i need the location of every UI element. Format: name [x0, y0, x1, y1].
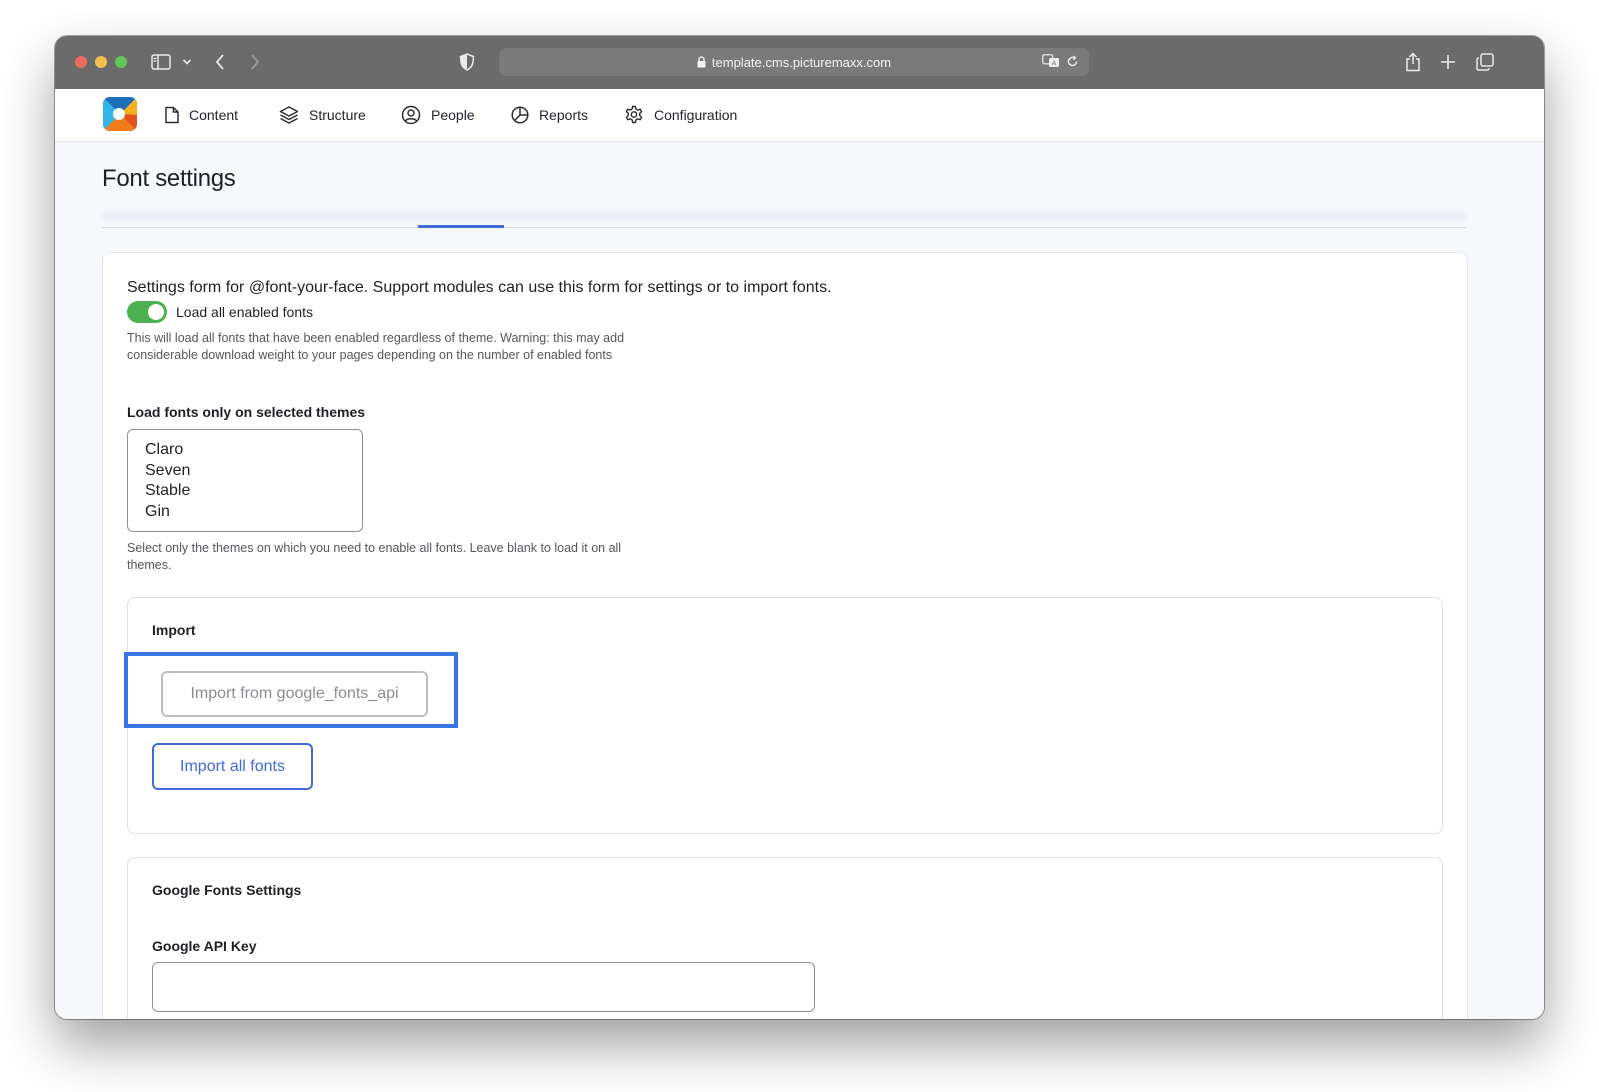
import-google-fonts-button[interactable]: Import from google_fonts_api: [161, 671, 428, 717]
import-fieldset: Import Import from google_fonts_api Impo…: [124, 597, 1443, 834]
reload-icon[interactable]: [1066, 55, 1079, 71]
nav-item-label: Configuration: [654, 107, 738, 123]
nav-item-people[interactable]: People: [401, 102, 475, 128]
forward-icon[interactable]: [247, 50, 263, 74]
load-all-fonts-row: Load all enabled fonts: [127, 301, 313, 323]
nav-item-label: Structure: [309, 107, 366, 123]
google-api-key-label: Google API Key: [152, 938, 257, 954]
zoom-window-button[interactable]: [115, 56, 127, 68]
tab-active-indicator[interactable]: [418, 225, 504, 228]
file-icon: [165, 106, 179, 124]
google-fonts-fieldset: Google Fonts Settings Google API Key: [127, 857, 1443, 1019]
admin-toolbar: Content Structure People Reports Configu: [55, 89, 1544, 142]
browser-toolbar: template.cms.picturemaxx.com A: [55, 36, 1544, 90]
close-window-button[interactable]: [75, 56, 87, 68]
site-logo[interactable]: [103, 97, 137, 131]
import-all-fonts-button[interactable]: Import all fonts: [152, 743, 313, 790]
tabs-bar: [102, 208, 1466, 220]
back-icon[interactable]: [212, 50, 228, 74]
themes-help: Select only the themes on which you need…: [127, 541, 622, 572]
themes-label: Load fonts only on selected themes: [127, 404, 366, 420]
nav-item-label: People: [431, 107, 475, 123]
import-title: Import: [152, 622, 196, 638]
main-content: Font settings Settings form for @font-yo…: [55, 142, 1544, 1019]
chevron-down-icon[interactable]: [181, 50, 193, 74]
lock-icon: [697, 56, 706, 68]
new-tab-icon[interactable]: [1439, 50, 1457, 74]
google-api-key-input[interactable]: [152, 962, 815, 1012]
page-title: Font settings: [102, 165, 236, 192]
toggle-knob: [148, 304, 164, 320]
tabs-divider: [102, 227, 1466, 228]
nav-item-label: Reports: [539, 107, 589, 123]
minimize-window-button[interactable]: [95, 56, 107, 68]
theme-option[interactable]: Gin: [128, 502, 362, 523]
load-all-fonts-toggle[interactable]: [127, 301, 167, 323]
browser-window: template.cms.picturemaxx.com A Content S…: [55, 36, 1544, 1019]
url-text: template.cms.picturemaxx.com: [711, 54, 892, 70]
nav-item-configuration[interactable]: Configuration: [624, 102, 737, 128]
share-icon[interactable]: [1404, 50, 1422, 74]
user-circle-icon: [401, 105, 421, 125]
load-all-fonts-label: Load all enabled fonts: [176, 304, 313, 320]
settings-form-card: Settings form for @font-your-face. Suppo…: [102, 252, 1468, 1019]
theme-option[interactable]: Claro: [128, 440, 362, 461]
theme-option[interactable]: Stable: [128, 481, 362, 502]
pie-chart-icon: [511, 106, 529, 124]
translate-icon[interactable]: A: [1042, 54, 1060, 71]
nav-item-content[interactable]: Content: [165, 102, 238, 128]
privacy-shield-icon[interactable]: [458, 50, 476, 74]
address-bar[interactable]: template.cms.picturemaxx.com A: [499, 48, 1089, 76]
tab-overview-icon[interactable]: [1475, 50, 1495, 74]
load-all-fonts-help: This will load all fonts that have been …: [127, 331, 625, 362]
google-fonts-title: Google Fonts Settings: [152, 882, 302, 898]
nav-item-structure[interactable]: Structure: [279, 102, 366, 128]
nav-item-label: Content: [189, 107, 239, 123]
layers-icon: [279, 105, 299, 125]
svg-text:A: A: [1052, 60, 1057, 68]
gear-icon: [624, 105, 644, 125]
form-description: Settings form for @font-your-face. Suppo…: [127, 279, 832, 296]
sidebar-toggle-icon[interactable]: [150, 50, 172, 74]
theme-option[interactable]: Seven: [128, 461, 362, 482]
nav-item-reports[interactable]: Reports: [511, 102, 588, 128]
themes-select[interactable]: Claro Seven Stable Gin: [127, 429, 363, 532]
